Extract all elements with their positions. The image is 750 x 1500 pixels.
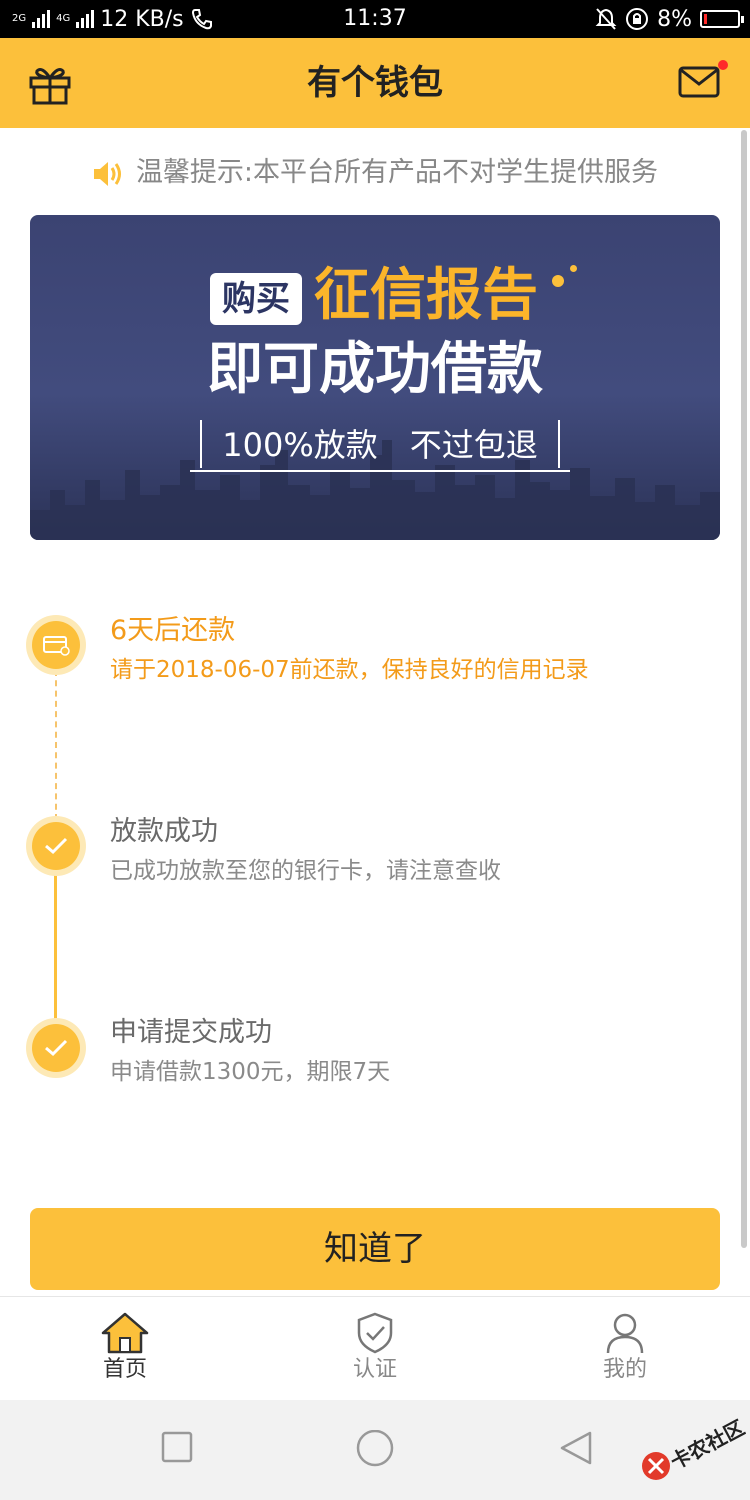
promo-banner[interactable]: 购买 征信报告 即可成功借款 100%放款 不过包退 bbox=[30, 215, 720, 540]
user-icon bbox=[606, 1313, 644, 1354]
battery-percent: 8% bbox=[657, 6, 692, 32]
tab-home-label: 首页 bbox=[102, 1357, 147, 1382]
shield-check-icon bbox=[357, 1312, 393, 1354]
svg-text:卡农社区: 卡农社区 bbox=[666, 1415, 746, 1474]
timeline-desc-disbursed: 已成功放款至您的银行卡，请注意查收 bbox=[110, 858, 501, 884]
unread-dot bbox=[718, 60, 728, 70]
speaker-icon bbox=[93, 161, 121, 186]
repay-card-icon bbox=[32, 621, 80, 669]
battery-icon bbox=[700, 10, 744, 28]
page-title: 有个钱包 bbox=[307, 63, 443, 103]
timeline-connector-solid bbox=[54, 868, 57, 1028]
home-icon bbox=[101, 1312, 149, 1354]
timeline-title-submitted: 申请提交成功 bbox=[110, 1017, 272, 1048]
status-bar: 2G 4G 12 KB/s 11:37 8% bbox=[0, 0, 750, 38]
banner-decor-dot bbox=[570, 265, 577, 272]
notice-bar: 温馨提示:本平台所有产品不对学生提供服务 bbox=[0, 150, 750, 189]
banner-report-text: 征信报告 bbox=[314, 263, 538, 328]
watermark-logo: 卡农社区 bbox=[636, 1408, 748, 1488]
tab-mine-label: 我的 bbox=[602, 1357, 647, 1382]
timeline-title-repay: 6天后还款 bbox=[110, 615, 236, 646]
tab-certification[interactable]: 认证 bbox=[250, 1297, 500, 1401]
banner-guarantee-text: 100%放款 不过包退 bbox=[222, 426, 538, 464]
app-header: 有个钱包 bbox=[0, 38, 750, 128]
notice-text: 温馨提示:本平台所有产品不对学生提供服务 bbox=[135, 157, 659, 188]
status-right: 8% bbox=[595, 0, 744, 38]
tab-home[interactable]: 首页 bbox=[0, 1297, 250, 1401]
tab-certification-label: 认证 bbox=[352, 1357, 397, 1382]
banner-loan-text: 即可成功借款 bbox=[207, 337, 543, 402]
check-icon bbox=[32, 822, 80, 870]
check-icon bbox=[32, 1024, 80, 1072]
timeline-connector-dashed bbox=[55, 670, 57, 820]
lock-rotation-icon bbox=[626, 8, 649, 30]
mute-bell-icon bbox=[595, 8, 617, 30]
got-it-button[interactable]: 知道了 bbox=[30, 1208, 720, 1290]
tab-mine[interactable]: 我的 bbox=[500, 1297, 750, 1401]
scrollbar[interactable] bbox=[741, 130, 747, 1248]
banner-buy-badge: 购买 bbox=[210, 273, 302, 325]
recent-apps-icon[interactable] bbox=[160, 1430, 194, 1464]
banner-decor-dot bbox=[552, 275, 564, 287]
timeline-desc-repay: 请于2018-06-07前还款，保持良好的信用记录 bbox=[110, 657, 589, 683]
timeline-desc-submitted: 申请借款1300元，期限7天 bbox=[110, 1059, 391, 1085]
back-icon[interactable] bbox=[558, 1430, 594, 1466]
home-circle-icon[interactable] bbox=[355, 1430, 395, 1470]
timeline-title-disbursed: 放款成功 bbox=[110, 816, 218, 847]
banner-guarantee: 100%放款 不过包退 bbox=[190, 420, 570, 472]
mail-icon bbox=[678, 66, 720, 98]
message-button[interactable] bbox=[678, 60, 728, 102]
bottom-tab-bar: 首页 认证 我的 bbox=[0, 1296, 750, 1400]
